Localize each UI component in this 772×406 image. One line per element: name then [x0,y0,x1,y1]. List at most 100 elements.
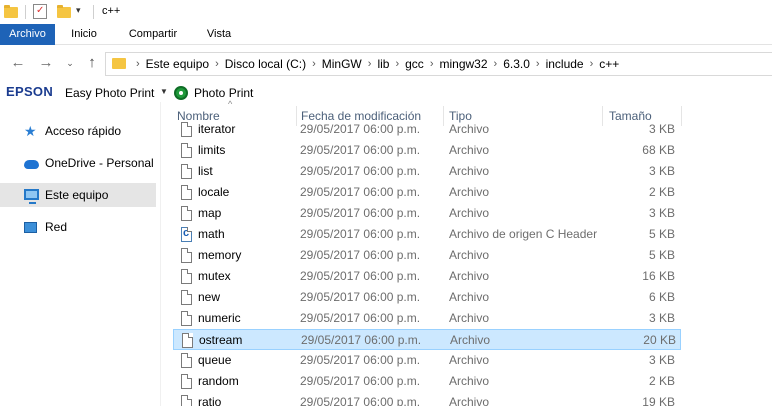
file-icon [181,185,192,200]
dropdown-arrow-icon[interactable]: ▼ [160,87,168,96]
file-row[interactable]: mutex 29/05/2017 06:00 p.m. Archivo 16 KB [173,266,681,287]
nav-item-onedrive[interactable]: OneDrive - Personal [0,151,156,175]
file-date: 29/05/2017 06:00 p.m. [300,164,421,178]
file-row[interactable]: list 29/05/2017 06:00 p.m. Archivo 3 KB [173,161,681,182]
photo-print-button[interactable]: Photo Print [194,86,253,100]
chevron-right-icon[interactable]: › [312,58,316,70]
chevron-right-icon[interactable]: › [494,58,498,70]
file-type: Archivo [449,122,490,136]
nav-item-label: Red [45,220,68,234]
file-size: 3 KB [648,164,675,178]
navigation-bar: ← → ⌄ ↑ › Este equipo › Disco local (C:)… [0,46,772,82]
file-size: 6 KB [648,290,675,304]
file-type: Archivo [449,185,490,199]
file-icon [181,311,192,326]
file-icon [181,122,192,137]
file-icon [181,269,192,284]
chevron-right-icon[interactable]: › [215,58,219,70]
tab-vista[interactable]: Vista [196,24,242,45]
star-icon: ★ [24,123,37,139]
breadcrumb-item[interactable]: mingw32 [439,57,487,71]
navigation-pane: ★ Acceso rápido OneDrive - Personal Este… [0,102,160,406]
file-name: memory [198,248,242,262]
file-type: Archivo [449,353,490,367]
file-date: 29/05/2017 06:00 p.m. [300,185,421,199]
c-header-icon [181,227,192,242]
breadcrumb-item[interactable]: gcc [405,57,424,71]
chevron-right-icon[interactable]: › [590,58,594,70]
file-row[interactable]: new 29/05/2017 06:00 p.m. Archivo 6 KB [173,287,681,308]
file-size: 2 KB [648,374,675,388]
file-date: 29/05/2017 06:00 p.m. [300,143,421,157]
file-name: ratio [198,395,222,406]
file-icon [181,353,192,368]
back-arrow-icon[interactable]: ← [10,55,26,71]
network-icon [24,222,37,233]
new-folder-icon[interactable] [57,5,71,18]
chevron-right-icon[interactable]: › [536,58,540,70]
properties-icon[interactable]: ✓ [33,4,47,19]
file-size: 3 KB [648,122,675,136]
up-arrow-icon[interactable]: ↑ [84,55,100,71]
file-name: limits [198,143,226,157]
file-size: 3 KB [648,311,675,325]
file-date: 29/05/2017 06:00 p.m. [300,248,421,262]
file-type: Archivo de origen C Header [449,227,598,241]
file-row[interactable]: map 29/05/2017 06:00 p.m. Archivo 3 KB [173,203,681,224]
tab-archivo[interactable]: Archivo [0,24,55,45]
chevron-right-icon[interactable]: › [136,58,140,70]
file-icon [181,374,192,389]
tab-compartir[interactable]: Compartir [117,24,189,45]
folder-icon [4,5,18,18]
file-type: Archivo [449,248,490,262]
breadcrumb-item[interactable]: MinGW [322,57,362,71]
quick-access-dropdown-icon[interactable]: ▾ [76,5,81,16]
file-row[interactable]: numeric 29/05/2017 06:00 p.m. Archivo 3 KB [173,308,681,329]
file-row[interactable]: limits 29/05/2017 06:00 p.m. Archivo 68 KB [173,140,681,161]
file-name: numeric [198,311,241,325]
address-bar[interactable]: › Este equipo › Disco local (C:) › MinGW… [105,52,772,76]
file-row[interactable]: locale 29/05/2017 06:00 p.m. Archivo 2 KB [173,182,681,203]
file-name: math [198,227,225,241]
file-row[interactable]: queue 29/05/2017 06:00 p.m. Archivo 3 KB [173,350,681,371]
file-size: 5 KB [648,227,675,241]
breadcrumb-item[interactable]: 6.3.0 [503,57,530,71]
file-icon [181,143,192,158]
easy-photo-print-button[interactable]: Easy Photo Print [65,86,154,100]
chevron-right-icon[interactable]: › [395,58,399,70]
file-date: 29/05/2017 06:00 p.m. [300,122,421,136]
breadcrumb-item[interactable]: c++ [599,57,619,71]
file-row[interactable]: iterator 29/05/2017 06:00 p.m. Archivo 3 KB [173,122,681,140]
breadcrumb-item[interactable]: lib [377,57,389,71]
file-row[interactable]: memory 29/05/2017 06:00 p.m. Archivo 5 KB [173,245,681,266]
file-icon [181,206,192,221]
sort-ascending-icon: ^ [228,99,233,109]
file-name: new [198,290,221,304]
chevron-right-icon[interactable]: › [430,58,434,70]
recent-locations-chevron-icon[interactable]: ⌄ [62,55,78,71]
file-row[interactable]: random 29/05/2017 06:00 p.m. Archivo 2 KB [173,371,681,392]
file-row[interactable]: ostream 29/05/2017 06:00 p.m. Archivo 20 KB [173,329,681,350]
nav-item-network[interactable]: Red [0,215,156,239]
breadcrumb-item[interactable]: Este equipo [146,57,209,71]
breadcrumb-item[interactable]: Disco local (C:) [225,57,306,71]
chevron-right-icon[interactable]: › [368,58,372,70]
file-row[interactable]: math 29/05/2017 06:00 p.m. Archivo de orig… [173,224,681,245]
file-name: queue [198,353,232,367]
nav-item-this-pc[interactable]: Este equipo [0,183,156,207]
nav-item-quick-access[interactable]: ★ Acceso rápido [0,119,156,143]
breadcrumb-item[interactable]: include [546,57,584,71]
file-date: 29/05/2017 06:00 p.m. [301,333,422,347]
pane-divider [160,102,161,406]
forward-arrow-icon[interactable]: → [38,55,54,71]
folder-icon [112,58,126,69]
file-icon [181,164,192,179]
tab-inicio[interactable]: Inicio [60,24,108,45]
file-row[interactable]: ratio 29/05/2017 06:00 p.m. Archivo 19 KB [173,392,681,406]
epson-toolbar: EPSON Easy Photo Print ▼ Photo Print [0,82,772,102]
file-type: Archivo [449,269,490,283]
file-size: 19 KB [642,395,675,406]
file-name: ostream [199,333,243,347]
breadcrumb: › Este equipo › Disco local (C:) › MinGW… [130,53,619,75]
file-name: locale [198,185,230,199]
